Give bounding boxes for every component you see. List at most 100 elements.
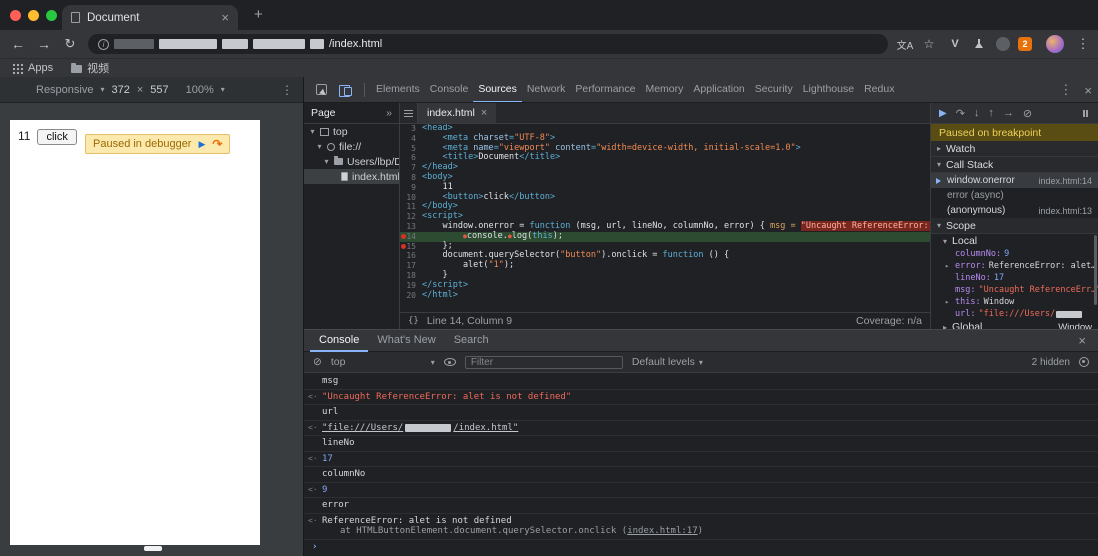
callstack-frame[interactable]: (anonymous) index.html:13: [931, 203, 1098, 218]
step-into-button[interactable]: ↓: [974, 107, 980, 119]
devtools-close-icon[interactable]: ×: [1084, 83, 1092, 98]
scope-variable[interactable]: ▸ error: ReferenceError: alet…: [931, 260, 1098, 272]
translate-icon[interactable]: 文A: [894, 30, 916, 58]
resume-button[interactable]: ▶: [939, 108, 947, 119]
tree-caret-icon[interactable]: ▾: [316, 142, 323, 151]
flask-extension-icon[interactable]: [968, 30, 990, 58]
new-tab-button[interactable]: +: [254, 6, 263, 23]
stack-link[interactable]: index.html:17: [627, 526, 697, 536]
device-options-icon[interactable]: ⋮: [281, 83, 293, 97]
expand-caret-icon[interactable]: ▸: [945, 298, 949, 306]
devtools-tab-console[interactable]: Console: [425, 77, 474, 102]
breakpoint-icon[interactable]: [401, 243, 406, 249]
tree-item-top[interactable]: ▾ top: [304, 124, 399, 139]
click-button[interactable]: click: [37, 129, 77, 145]
devtools-tab-lighthouse[interactable]: Lighthouse: [798, 77, 859, 102]
browser-tab[interactable]: Document ×: [62, 5, 238, 30]
frame-location[interactable]: index.html:14: [1038, 176, 1092, 186]
line-number[interactable]: 16: [400, 251, 422, 261]
devtools-tab-redux[interactable]: Redux: [859, 77, 899, 102]
line-number[interactable]: 17: [400, 261, 422, 271]
step-over-button[interactable]: ↷: [956, 107, 965, 120]
console-prompt[interactable]: ›: [304, 540, 1098, 555]
page-scrollbar[interactable]: [144, 546, 162, 551]
file-link[interactable]: /index.html": [453, 423, 518, 434]
line-number[interactable]: 3: [400, 124, 422, 134]
device-mode-select[interactable]: Responsive: [36, 84, 93, 96]
devtools-tab-memory[interactable]: Memory: [640, 77, 688, 102]
scope-global-header[interactable]: ▸ Global Window: [931, 320, 1098, 329]
line-number[interactable]: 6: [400, 153, 422, 163]
forward-button[interactable]: →: [32, 30, 56, 58]
deactivate-breakpoints-button[interactable]: ⊘: [1023, 107, 1032, 120]
watch-section-header[interactable]: ▸ Watch: [931, 141, 1098, 157]
devtools-tab-network[interactable]: Network: [522, 77, 571, 102]
file-link[interactable]: "file:///Users/: [322, 423, 403, 434]
live-expression-icon[interactable]: [443, 358, 456, 366]
drawer-tab-search[interactable]: Search: [445, 330, 498, 352]
devtools-tab-elements[interactable]: Elements: [371, 77, 425, 102]
tree-caret-icon[interactable]: ▾: [309, 127, 316, 136]
line-number[interactable]: 15: [400, 242, 422, 252]
browser-menu-icon[interactable]: ⋮: [1072, 30, 1094, 58]
tab-close-icon[interactable]: ×: [221, 11, 229, 24]
line-number[interactable]: 19: [400, 281, 422, 291]
clear-console-icon[interactable]: ⊘: [313, 356, 322, 368]
line-number[interactable]: 20: [400, 291, 422, 301]
hidden-messages-count[interactable]: 2 hidden: [1032, 357, 1070, 368]
callstack-section-header[interactable]: ▾ Call Stack: [931, 157, 1098, 173]
device-toolbar-toggle-icon[interactable]: [339, 84, 352, 97]
log-levels-select[interactable]: Default levels ▾: [632, 356, 703, 368]
line-number[interactable]: 12: [400, 212, 422, 222]
device-width-input[interactable]: 372: [112, 84, 130, 96]
bookmark-folder[interactable]: 视频: [71, 60, 109, 76]
line-number[interactable]: 9: [400, 183, 422, 193]
step-out-button[interactable]: ↑: [988, 107, 994, 119]
drawer-tab-console[interactable]: Console: [310, 330, 368, 352]
line-number[interactable]: 18: [400, 271, 422, 281]
extension-badge[interactable]: 2: [1018, 37, 1032, 51]
device-height-input[interactable]: 557: [150, 84, 168, 96]
minimize-window-button[interactable]: [28, 10, 39, 21]
tab-page[interactable]: Page: [311, 107, 336, 119]
line-number[interactable]: 8: [400, 173, 422, 183]
frame-location[interactable]: index.html:13: [1038, 206, 1092, 216]
console-settings-gear-icon[interactable]: [1079, 357, 1089, 367]
resume-script-icon[interactable]: ▶: [198, 139, 205, 150]
line-number[interactable]: 7: [400, 163, 422, 173]
more-tabs-icon[interactable]: »: [386, 107, 392, 119]
tree-item-file-[interactable]: ▾ file://: [304, 139, 399, 154]
line-number[interactable]: 13: [400, 222, 422, 232]
pause-on-exceptions-icon[interactable]: [1081, 109, 1090, 118]
zoom-window-button[interactable]: [46, 10, 57, 21]
devtools-tab-application[interactable]: Application: [688, 77, 749, 102]
console-filter-input[interactable]: Filter: [464, 355, 623, 369]
back-button[interactable]: ←: [6, 30, 30, 58]
devtools-menu-icon[interactable]: ⋮: [1059, 82, 1072, 98]
address-bar[interactable]: i /index.html: [88, 34, 888, 54]
scope-local-header[interactable]: ▾ Local: [931, 234, 1098, 248]
extension-icon[interactable]: [996, 37, 1010, 51]
navigator-toggle-icon[interactable]: [400, 103, 418, 123]
step-over-icon[interactable]: ↷: [212, 137, 222, 151]
scope-variable[interactable]: ▸ this: Window: [931, 296, 1098, 308]
pretty-print-icon[interactable]: {}: [408, 316, 419, 326]
callstack-frame[interactable]: error (async): [931, 188, 1098, 203]
reload-button[interactable]: ↻: [58, 30, 82, 58]
expand-caret-icon[interactable]: ▸: [945, 262, 949, 270]
breakpoint-icon[interactable]: [401, 233, 406, 239]
zoom-select[interactable]: 100%: [186, 84, 214, 96]
inspect-element-icon[interactable]: [316, 84, 327, 95]
line-number[interactable]: 11: [400, 202, 422, 212]
devtools-tab-security[interactable]: Security: [750, 77, 798, 102]
devtools-tab-performance[interactable]: Performance: [570, 77, 640, 102]
step-button[interactable]: →: [1003, 107, 1014, 119]
profile-avatar[interactable]: [1046, 35, 1064, 53]
scrollbar[interactable]: [1094, 235, 1097, 305]
editor-tab-index-html[interactable]: index.html ×: [418, 103, 497, 123]
devtools-tab-sources[interactable]: Sources: [473, 77, 522, 102]
scope-section-header[interactable]: ▾ Scope: [931, 218, 1098, 234]
close-file-icon[interactable]: ×: [481, 107, 487, 119]
drawer-close-icon[interactable]: ×: [1078, 333, 1092, 348]
extension-v-icon[interactable]: V: [944, 30, 966, 58]
